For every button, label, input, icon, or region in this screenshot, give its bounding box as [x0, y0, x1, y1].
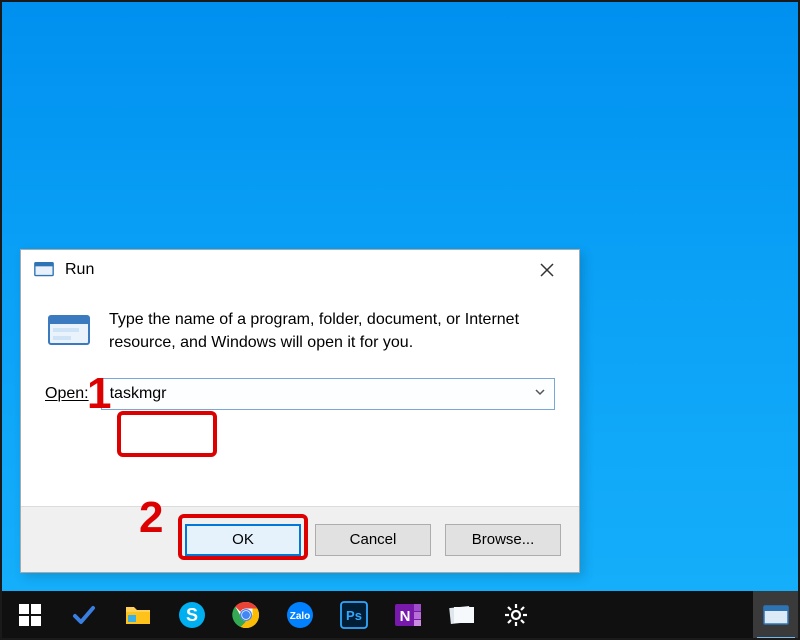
photoshop-icon: Ps [340, 601, 368, 629]
folder-icon [124, 603, 152, 627]
sticky-notes-icon [447, 603, 477, 627]
skype-icon: S [178, 601, 206, 629]
taskbar-todo[interactable] [61, 591, 107, 639]
open-combobox[interactable] [101, 378, 555, 410]
chrome-icon [232, 601, 260, 629]
taskbar-photoshop[interactable]: Ps [331, 591, 377, 639]
taskbar-notes[interactable] [439, 591, 485, 639]
taskbar-settings[interactable] [493, 591, 539, 639]
run-dialog: Run Type the name of a program, folder, … [20, 249, 580, 573]
check-icon [71, 602, 97, 628]
run-titlebar[interactable]: Run [21, 250, 579, 290]
onenote-icon: N [394, 601, 422, 629]
run-title: Run [65, 261, 527, 279]
taskbar-zalo[interactable]: Zalo [277, 591, 323, 639]
taskbar-run-window[interactable] [753, 591, 799, 639]
open-label: Open: [45, 385, 89, 403]
taskbar: S Zalo Ps N [1, 591, 799, 639]
run-title-icon [33, 259, 55, 281]
run-app-icon [45, 308, 93, 356]
run-instructions: Type the name of a program, folder, docu… [109, 308, 549, 356]
taskbar-chrome[interactable] [223, 591, 269, 639]
taskbar-onenote[interactable]: N [385, 591, 431, 639]
zalo-icon: Zalo [286, 601, 314, 629]
svg-text:N: N [400, 608, 411, 625]
chevron-down-icon[interactable] [534, 385, 546, 403]
ok-button[interactable]: OK [185, 524, 301, 556]
run-button-row: OK Cancel Browse... [21, 506, 579, 572]
run-window-icon [763, 604, 789, 626]
cancel-button[interactable]: Cancel [315, 524, 431, 556]
svg-text:S: S [186, 605, 198, 625]
open-input[interactable] [108, 384, 548, 404]
browse-button[interactable]: Browse... [445, 524, 561, 556]
svg-text:Zalo: Zalo [290, 611, 311, 622]
svg-text:Ps: Ps [346, 608, 362, 623]
taskbar-skype[interactable]: S [169, 591, 215, 639]
close-button[interactable] [527, 255, 567, 285]
desktop: Run Type the name of a program, folder, … [0, 0, 800, 640]
close-icon [540, 263, 554, 277]
taskbar-file-explorer[interactable] [115, 591, 161, 639]
gear-icon [503, 602, 529, 628]
browse-label: Browse... [472, 531, 535, 548]
windows-icon [19, 604, 41, 626]
start-button[interactable] [7, 591, 53, 639]
